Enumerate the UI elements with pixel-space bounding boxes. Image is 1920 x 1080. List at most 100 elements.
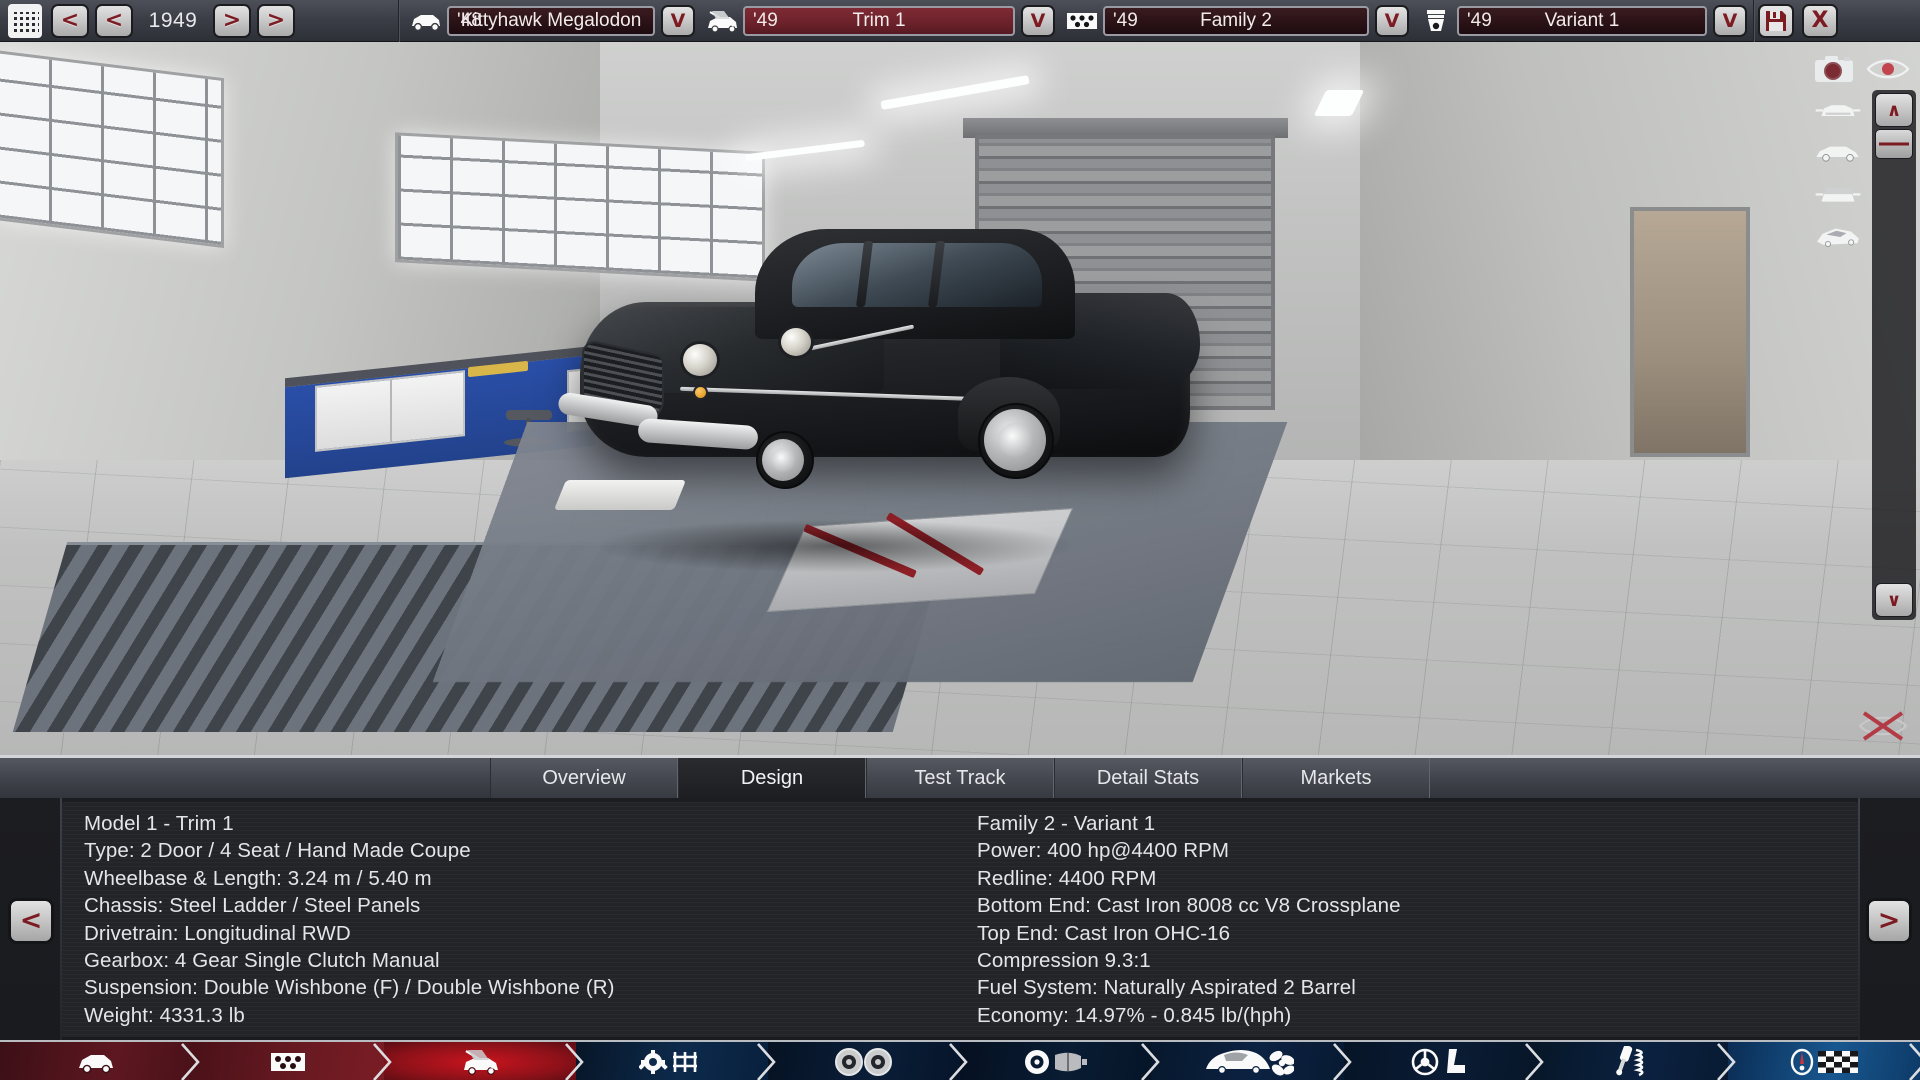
stat-line: Fuel System: Naturally Aspirated 2 Barre… xyxy=(977,976,1356,1000)
panel-next-area: > xyxy=(1858,798,1920,1043)
footer-engine-designer[interactable] xyxy=(384,1042,584,1080)
stat-line: Type: 2 Door / 4 Seat / Hand Made Coupe xyxy=(84,839,471,863)
engine-variant-selector[interactable]: '49 Variant 1 V xyxy=(1415,0,1753,42)
car-turn-signal xyxy=(693,385,708,400)
scroll-down-button[interactable]: ∨ xyxy=(1875,583,1913,617)
car-model-icon xyxy=(405,2,447,40)
scrollbar-thumb[interactable] xyxy=(1875,129,1913,159)
engine-family-field[interactable]: '49 Family 2 xyxy=(1103,5,1369,36)
wheels-icon xyxy=(835,1048,892,1076)
footer-wheels[interactable] xyxy=(768,1042,968,1080)
engine-variant-name: Variant 1 xyxy=(1544,9,1620,31)
chevron-separator-icon xyxy=(1909,1043,1920,1080)
stat-line: Suspension: Double Wishbone (F) / Double… xyxy=(84,976,615,1000)
stat-line: Bottom End: Cast Iron 8008 cc V8 Crosspl… xyxy=(977,894,1401,918)
stat-line: Weight: 4331.3 lb xyxy=(84,1003,245,1027)
car-body-icon xyxy=(79,1055,113,1074)
footer-brakes[interactable] xyxy=(960,1042,1160,1080)
car-windshield xyxy=(792,243,1042,307)
year-prev-button[interactable]: < xyxy=(95,3,133,38)
view-rear-icon[interactable] xyxy=(1814,176,1862,214)
eye-visibility-icon[interactable] xyxy=(1864,50,1912,88)
viewport-scrollbar[interactable]: ∧ ∨ xyxy=(1872,90,1916,620)
shock-spring-icon xyxy=(1616,1046,1644,1077)
stats-column-right: Family 2 - Variant 1 Power: 400 hp@4400 … xyxy=(965,810,1858,1037)
trim-dropdown-button[interactable]: V xyxy=(1021,4,1055,37)
trim-selector[interactable]: '49 Trim 1 V xyxy=(701,0,1061,42)
tab-strip: Overview Design Test Track Detail Stats … xyxy=(0,758,1920,798)
tabstrip-spacer xyxy=(1430,758,1920,798)
view-iso-icon[interactable] xyxy=(1814,218,1862,256)
stat-line: Gearbox: 4 Gear Single Clutch Manual xyxy=(84,949,440,973)
gauge-flag-icon xyxy=(1790,1048,1858,1076)
engine-family-name: Family 2 xyxy=(1200,9,1272,31)
tabstrip-spacer xyxy=(0,758,490,798)
save-button[interactable] xyxy=(1758,3,1794,38)
footer-aero-cooling[interactable] xyxy=(1152,1042,1352,1080)
stat-line: Family 2 - Variant 1 xyxy=(977,812,1156,835)
scroll-up-button[interactable]: ∧ xyxy=(1875,93,1913,127)
panel-prev-button[interactable]: < xyxy=(8,897,54,944)
car-3d-viewport[interactable]: ∧ ∨ xyxy=(0,42,1920,755)
eye-off-icon[interactable] xyxy=(1856,709,1910,743)
footer-chassis[interactable] xyxy=(576,1042,776,1080)
view-front-icon[interactable] xyxy=(1814,92,1862,130)
stat-line: Top End: Cast Iron OHC-16 xyxy=(977,921,1231,945)
engine-variant-icon xyxy=(1415,2,1457,40)
tab-detail-stats[interactable]: Detail Stats xyxy=(1054,758,1242,798)
car-aero-fan-icon xyxy=(1206,1050,1294,1076)
stats-column-left: Model 1 - Trim 1 Type: 2 Door / 4 Seat /… xyxy=(62,810,965,1037)
engine-family-dropdown-button[interactable]: V xyxy=(1375,4,1409,37)
year-next-fast-button[interactable]: > xyxy=(257,3,295,38)
top-bar: < < 1949 > > '48 Kittyhawk Megalodon V '… xyxy=(0,0,1920,42)
footer-body-designer[interactable] xyxy=(0,1042,200,1080)
engine-block-icon xyxy=(271,1053,305,1071)
steering-seat-icon xyxy=(1411,1048,1465,1076)
stat-line: Power: 400 hp@4400 RPM xyxy=(977,839,1230,863)
trim-icon xyxy=(701,2,743,40)
gear-frame-icon xyxy=(639,1050,697,1074)
model-name-field[interactable]: '48 Kittyhawk Megalodon xyxy=(447,5,655,36)
stat-line: Economy: 14.97% - 0.845 lb/(hph) xyxy=(977,1003,1292,1027)
current-year-label: 1949 xyxy=(148,8,198,32)
model-dropdown-button[interactable]: V xyxy=(661,4,695,37)
car-headlight-right xyxy=(778,325,814,359)
tab-overview[interactable]: Overview xyxy=(490,758,678,798)
footer-suspension[interactable] xyxy=(1536,1042,1736,1080)
close-button[interactable]: X xyxy=(1802,3,1838,38)
panel-next-button[interactable]: > xyxy=(1866,897,1912,944)
engine-family-icon xyxy=(1061,2,1103,40)
tab-markets[interactable]: Markets xyxy=(1242,758,1430,798)
footer-testing[interactable] xyxy=(1728,1042,1920,1080)
engine-truck-icon xyxy=(464,1049,498,1075)
close-icon: X xyxy=(1811,7,1829,33)
car-front-hubcap xyxy=(762,439,804,481)
stat-line: Model 1 - Trim 1 xyxy=(84,812,234,835)
calendar-icon xyxy=(8,3,42,38)
stat-line: Compression 9.3:1 xyxy=(977,949,1151,973)
trim-name: Trim 1 xyxy=(852,9,906,31)
engine-family-selector[interactable]: '49 Family 2 V xyxy=(1061,0,1415,42)
year-next-button[interactable]: > xyxy=(213,3,251,38)
stat-line: Redline: 4400 RPM xyxy=(977,866,1157,890)
view-side-icon[interactable] xyxy=(1814,134,1862,172)
tab-test-track[interactable]: Test Track xyxy=(866,758,1054,798)
garage-side-door xyxy=(1630,207,1750,457)
tab-design[interactable]: Design xyxy=(678,758,866,798)
engine-family-year: '49 xyxy=(1113,9,1138,31)
stat-line: Drivetrain: Longitudinal RWD xyxy=(84,921,351,945)
footer-interior[interactable] xyxy=(1344,1042,1544,1080)
brake-disc-icon xyxy=(1025,1050,1087,1074)
engine-variant-dropdown-button[interactable]: V xyxy=(1713,4,1747,37)
car-rear-hubcap xyxy=(984,409,1046,471)
divider xyxy=(1753,0,1754,42)
design-stats-grid: Model 1 - Trim 1 Type: 2 Door / 4 Seat /… xyxy=(62,802,1858,1037)
footer-engine-family[interactable] xyxy=(192,1042,392,1080)
engine-variant-field[interactable]: '49 Variant 1 xyxy=(1457,5,1707,36)
trim-name-field[interactable]: '49 Trim 1 xyxy=(743,5,1015,36)
camera-screenshot-icon[interactable] xyxy=(1810,50,1858,88)
year-prev-fast-button[interactable]: < xyxy=(51,3,89,38)
engine-variant-year: '49 xyxy=(1467,9,1492,31)
model-selector[interactable]: '48 Kittyhawk Megalodon V xyxy=(405,0,701,42)
model-year: '48 xyxy=(457,9,482,31)
